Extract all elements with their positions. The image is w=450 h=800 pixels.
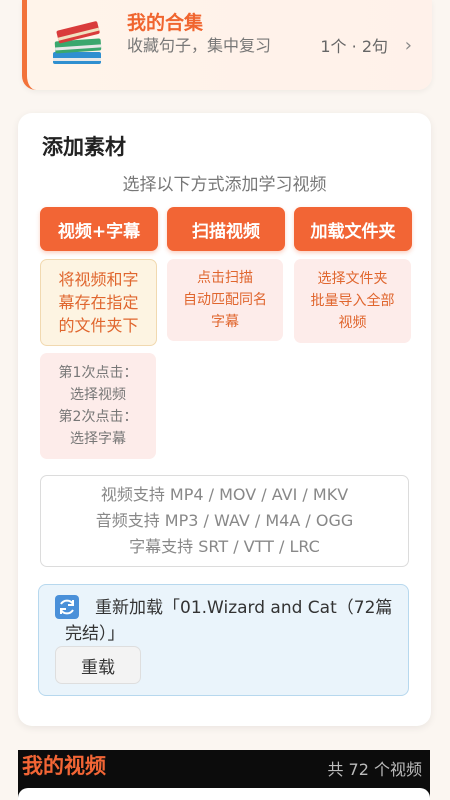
subtitle-formats: 字幕支持 SRT / VTT / LRC bbox=[129, 537, 320, 556]
load-folder-button[interactable]: 加载文件夹 bbox=[294, 207, 412, 251]
collection-card[interactable]: 我的合集 收藏句子，集中复习 1个 · 2句 › bbox=[22, 0, 432, 90]
scan-video-button[interactable]: 扫描视频 bbox=[167, 207, 285, 251]
scan-video-description: 点击扫描 自动匹配同名 字幕 bbox=[167, 259, 283, 341]
my-videos-title: 我的视频 bbox=[22, 754, 106, 778]
panel-subtitle: 选择以下方式添加学习视频 bbox=[122, 175, 327, 195]
books-icon bbox=[53, 21, 102, 64]
collection-description: 收藏句子，集中复习 bbox=[127, 36, 272, 55]
reload-description: 重新加载「01.Wizard and Cat（72篇完结）」 bbox=[65, 598, 393, 644]
reload-card: 重新加载「01.Wizard and Cat（72篇完结）」 重载 bbox=[38, 584, 409, 696]
collection-title: 我的合集 bbox=[127, 12, 204, 34]
collection-count: 1个 · 2句 bbox=[320, 37, 388, 56]
video-subtitle-description: 将视频和字 幕存在指定 的文件夹下 bbox=[40, 259, 157, 346]
my-videos-header: 我的视频 共 72 个视频 bbox=[18, 750, 430, 800]
chevron-right-icon[interactable]: › bbox=[405, 35, 412, 56]
supported-formats: 视频支持 MP4 / MOV / AVI / MKV 音频支持 MP3 / WA… bbox=[40, 475, 409, 567]
video-list bbox=[18, 788, 430, 800]
panel-title: 添加素材 bbox=[42, 135, 126, 159]
load-folder-description: 选择文件夹 批量导入全部 视频 bbox=[294, 259, 411, 343]
click-hint: 第1次点击： 选择视频 第2次点击： 选择字幕 bbox=[40, 353, 156, 459]
video-subtitle-button[interactable]: 视频+字幕 bbox=[40, 207, 158, 251]
my-videos-count: 共 72 个视频 bbox=[327, 760, 422, 779]
add-material-panel: 添加素材 选择以下方式添加学习视频 视频+字幕 扫描视频 加载文件夹 将视频和字… bbox=[18, 113, 431, 726]
video-formats: 视频支持 MP4 / MOV / AVI / MKV bbox=[100, 485, 349, 504]
reload-button[interactable]: 重载 bbox=[55, 646, 141, 684]
audio-formats: 音频支持 MP3 / WAV / M4A / OGG bbox=[95, 511, 354, 530]
